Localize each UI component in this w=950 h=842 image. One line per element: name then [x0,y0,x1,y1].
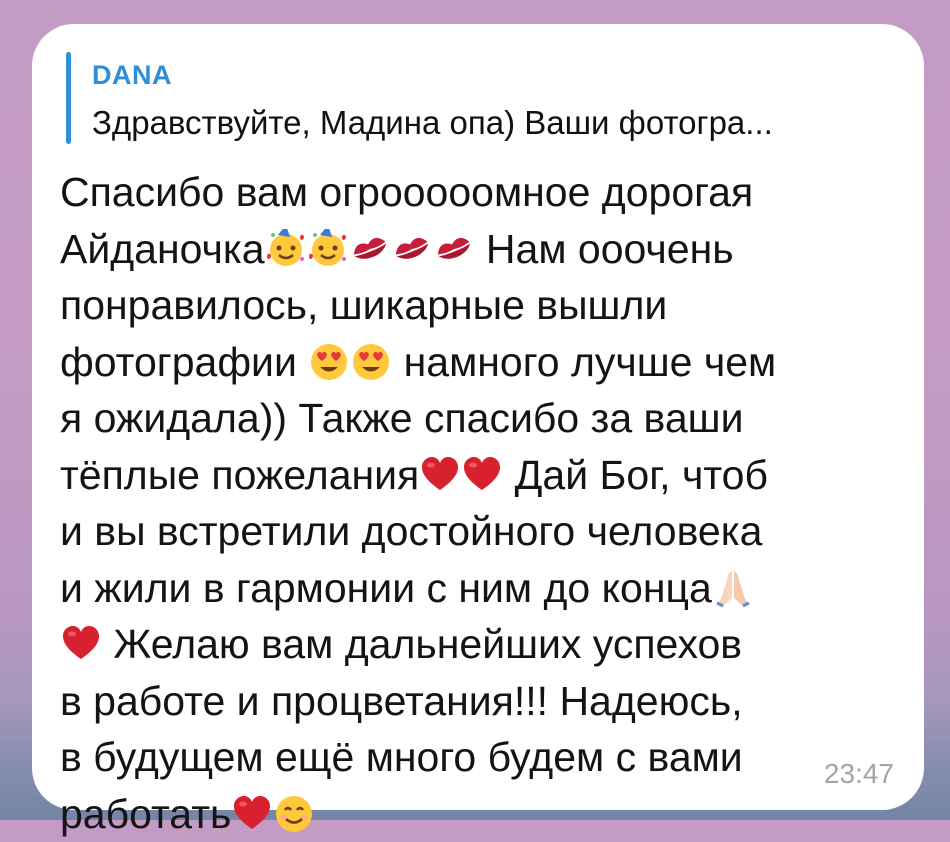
message-line: тёплые пожелания Дай Бог, чтоб [60,447,860,504]
kiss-mark-emoji-icon [434,229,474,269]
reply-quote[interactable]: DANA Здравствуйте, Мадина опа) Ваши фото… [66,52,896,144]
message-bubble[interactable]: DANA Здравствуйте, Мадина опа) Ваши фото… [32,24,924,810]
kiss-mark-emoji-icon [392,229,432,269]
text-span: Нам ооочень [475,226,734,272]
message-line: и вы встретили достойного человека [60,503,860,560]
message-line: в работе и процветания!!! Надеюсь, [60,673,860,730]
message-timestamp: 23:47 [824,758,894,790]
red-heart-emoji-icon [61,624,101,664]
text-span: Дай Бог, чтоб [503,452,768,498]
text-span: в будущем ещё много будем с вами [60,734,743,780]
message-line: Спасибо вам огрооооомное дорогая [60,164,860,221]
text-span: намного лучше чем [392,339,776,385]
text-span: фотографии [60,339,308,385]
text-span: Желаю вам дальнейших успехов [102,621,742,667]
message-line: работать [60,786,860,842]
red-heart-emoji-icon [462,455,502,495]
message-line: понравилось, шикарные вышли [60,277,860,334]
message-line: я ожидала)) Также спасибо за ваши [60,390,860,447]
text-span: и вы встретили достойного человека [60,508,762,554]
text-span: и жили в гармонии с ним до конца [60,565,712,611]
message-line: фотографии намного лучше чем [60,334,860,391]
kiss-mark-emoji-icon [350,229,390,269]
party-face-emoji-icon [308,229,348,269]
text-span: понравилось, шикарные вышли [60,282,667,328]
message-line: и жили в гармонии с ним до конца [60,560,860,617]
reply-accent-bar [66,52,71,144]
reply-preview-text: Здравствуйте, Мадина опа) Ваши фотогра..… [92,104,892,142]
heart-eyes-emoji-icon [309,342,349,382]
message-line: Желаю вам дальнейших успехов [60,616,860,673]
folded-hands-emoji-icon [713,568,753,608]
text-span: работать [60,791,231,837]
text-span: тёплые пожелания [60,452,419,498]
red-heart-emoji-icon [420,455,460,495]
message-text: Спасибо вам огрооооомное дорогая Айданоч… [60,164,860,842]
message-line: в будущем ещё много будем с вами [60,729,860,786]
reply-author: DANA [92,60,172,91]
smiling-face-emoji-icon [274,794,314,834]
message-line: Айданочка Нам ооочень [60,221,860,278]
party-face-emoji-icon [266,229,306,269]
heart-eyes-emoji-icon [351,342,391,382]
text-span: я ожидала)) Также спасибо за ваши [60,395,743,441]
red-heart-emoji-icon [232,794,272,834]
text-span: Айданочка [60,226,265,272]
text-span: в работе и процветания!!! Надеюсь, [60,678,743,724]
text-span: Спасибо вам огрооооомное дорогая [60,169,753,215]
